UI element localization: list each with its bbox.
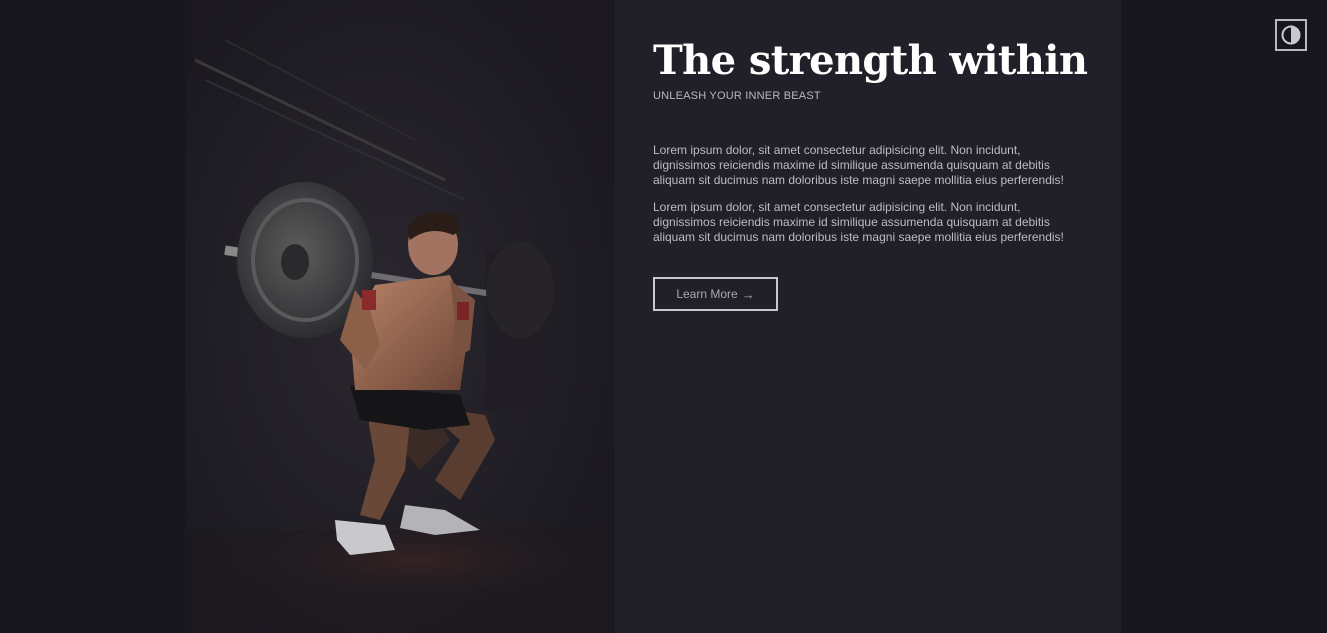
hero-card: The strength within UNLEASH YOUR INNER B… — [185, 0, 1121, 633]
learn-more-label: Learn More — [676, 287, 738, 301]
weightlifter-photo — [185, 0, 615, 633]
learn-more-button[interactable]: Learn More → — [653, 277, 778, 311]
hero-paragraph: Lorem ipsum dolor, sit amet consectetur … — [653, 200, 1064, 244]
hero-content: The strength within UNLEASH YOUR INNER B… — [653, 37, 1088, 311]
arrow-right-icon: → — [741, 286, 755, 302]
hero-title: The strength within — [653, 37, 1088, 84]
page: The strength within UNLEASH YOUR INNER B… — [0, 0, 1327, 633]
contrast-icon — [1281, 25, 1301, 45]
hero-subtitle: UNLEASH YOUR INNER BEAST — [653, 90, 821, 102]
hero-paragraph: Lorem ipsum dolor, sit amet consectetur … — [653, 143, 1064, 187]
theme-toggle-button[interactable] — [1275, 19, 1307, 51]
